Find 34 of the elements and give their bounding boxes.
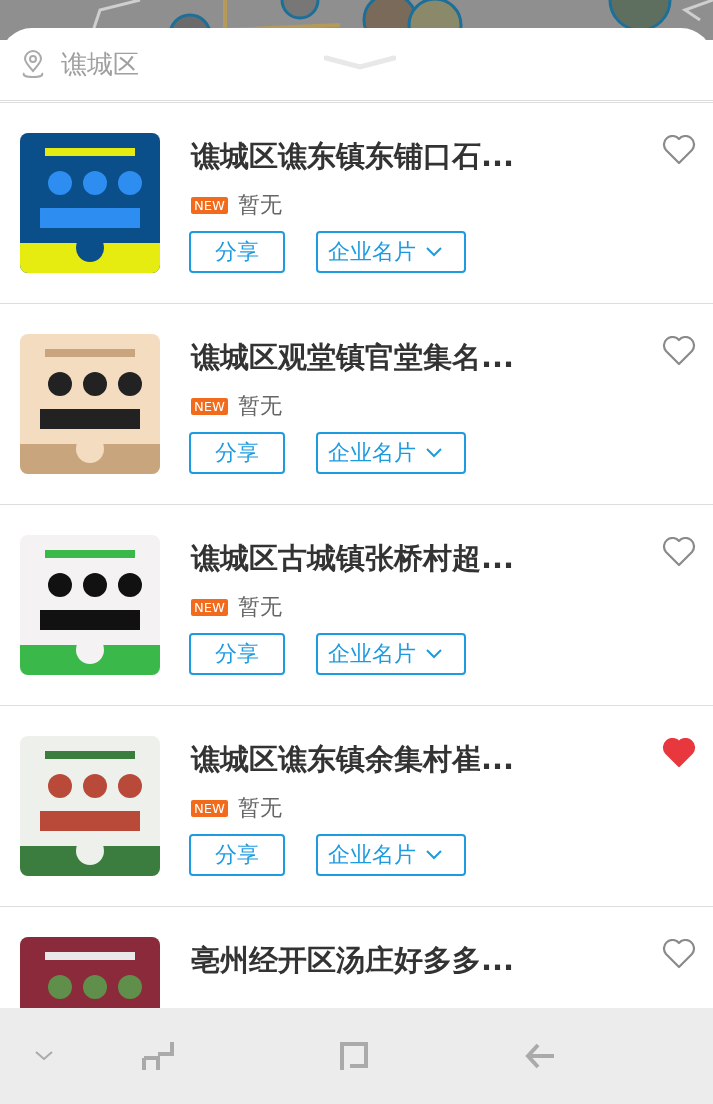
heart-icon[interactable] bbox=[662, 135, 696, 165]
business-card-dropdown[interactable]: 企业名片 bbox=[316, 633, 466, 675]
item-title[interactable]: 亳州经开区汤庄好多多... bbox=[191, 941, 515, 981]
location-label[interactable]: 谯城区 bbox=[61, 46, 139, 82]
share-button[interactable]: 分享 bbox=[189, 231, 285, 273]
caret-icon bbox=[426, 649, 442, 659]
location-pin-icon bbox=[20, 49, 46, 79]
item-title[interactable]: 谯城区谯东镇余集村崔... bbox=[191, 740, 515, 780]
item-title[interactable]: 谯城区观堂镇官堂集名... bbox=[191, 338, 515, 378]
item-subtitle: 暂无 bbox=[237, 392, 282, 420]
new-badge: NEW bbox=[191, 196, 228, 214]
item-title[interactable]: 谯城区谯东镇东铺口石... bbox=[191, 137, 515, 177]
item-subtitle: 暂无 bbox=[237, 191, 282, 219]
heart-icon[interactable] bbox=[662, 939, 696, 969]
chevron-down-icon[interactable] bbox=[34, 1050, 54, 1062]
share-button[interactable]: 分享 bbox=[189, 633, 285, 675]
heart-icon[interactable] bbox=[662, 537, 696, 567]
business-card-dropdown[interactable]: 企业名片 bbox=[316, 834, 466, 876]
item-subtitle: 暂无 bbox=[237, 593, 282, 621]
item-title[interactable]: 谯城区古城镇张桥村超... bbox=[191, 539, 515, 579]
business-card-dropdown[interactable]: 企业名片 bbox=[316, 432, 466, 474]
caret-icon bbox=[426, 247, 442, 257]
business-card-dropdown[interactable]: 企业名片 bbox=[316, 231, 466, 273]
item-subtitle: 暂无 bbox=[237, 794, 282, 822]
heart-filled-icon[interactable] bbox=[662, 738, 696, 768]
share-button[interactable]: 分享 bbox=[189, 432, 285, 474]
heart-icon[interactable] bbox=[662, 336, 696, 366]
recent-apps-icon[interactable] bbox=[142, 1040, 174, 1072]
caret-icon bbox=[426, 850, 442, 860]
new-badge: NEW bbox=[191, 799, 228, 817]
new-badge: NEW bbox=[191, 397, 228, 415]
caret-icon bbox=[426, 448, 442, 458]
new-badge: NEW bbox=[191, 598, 228, 616]
share-button[interactable]: 分享 bbox=[189, 834, 285, 876]
